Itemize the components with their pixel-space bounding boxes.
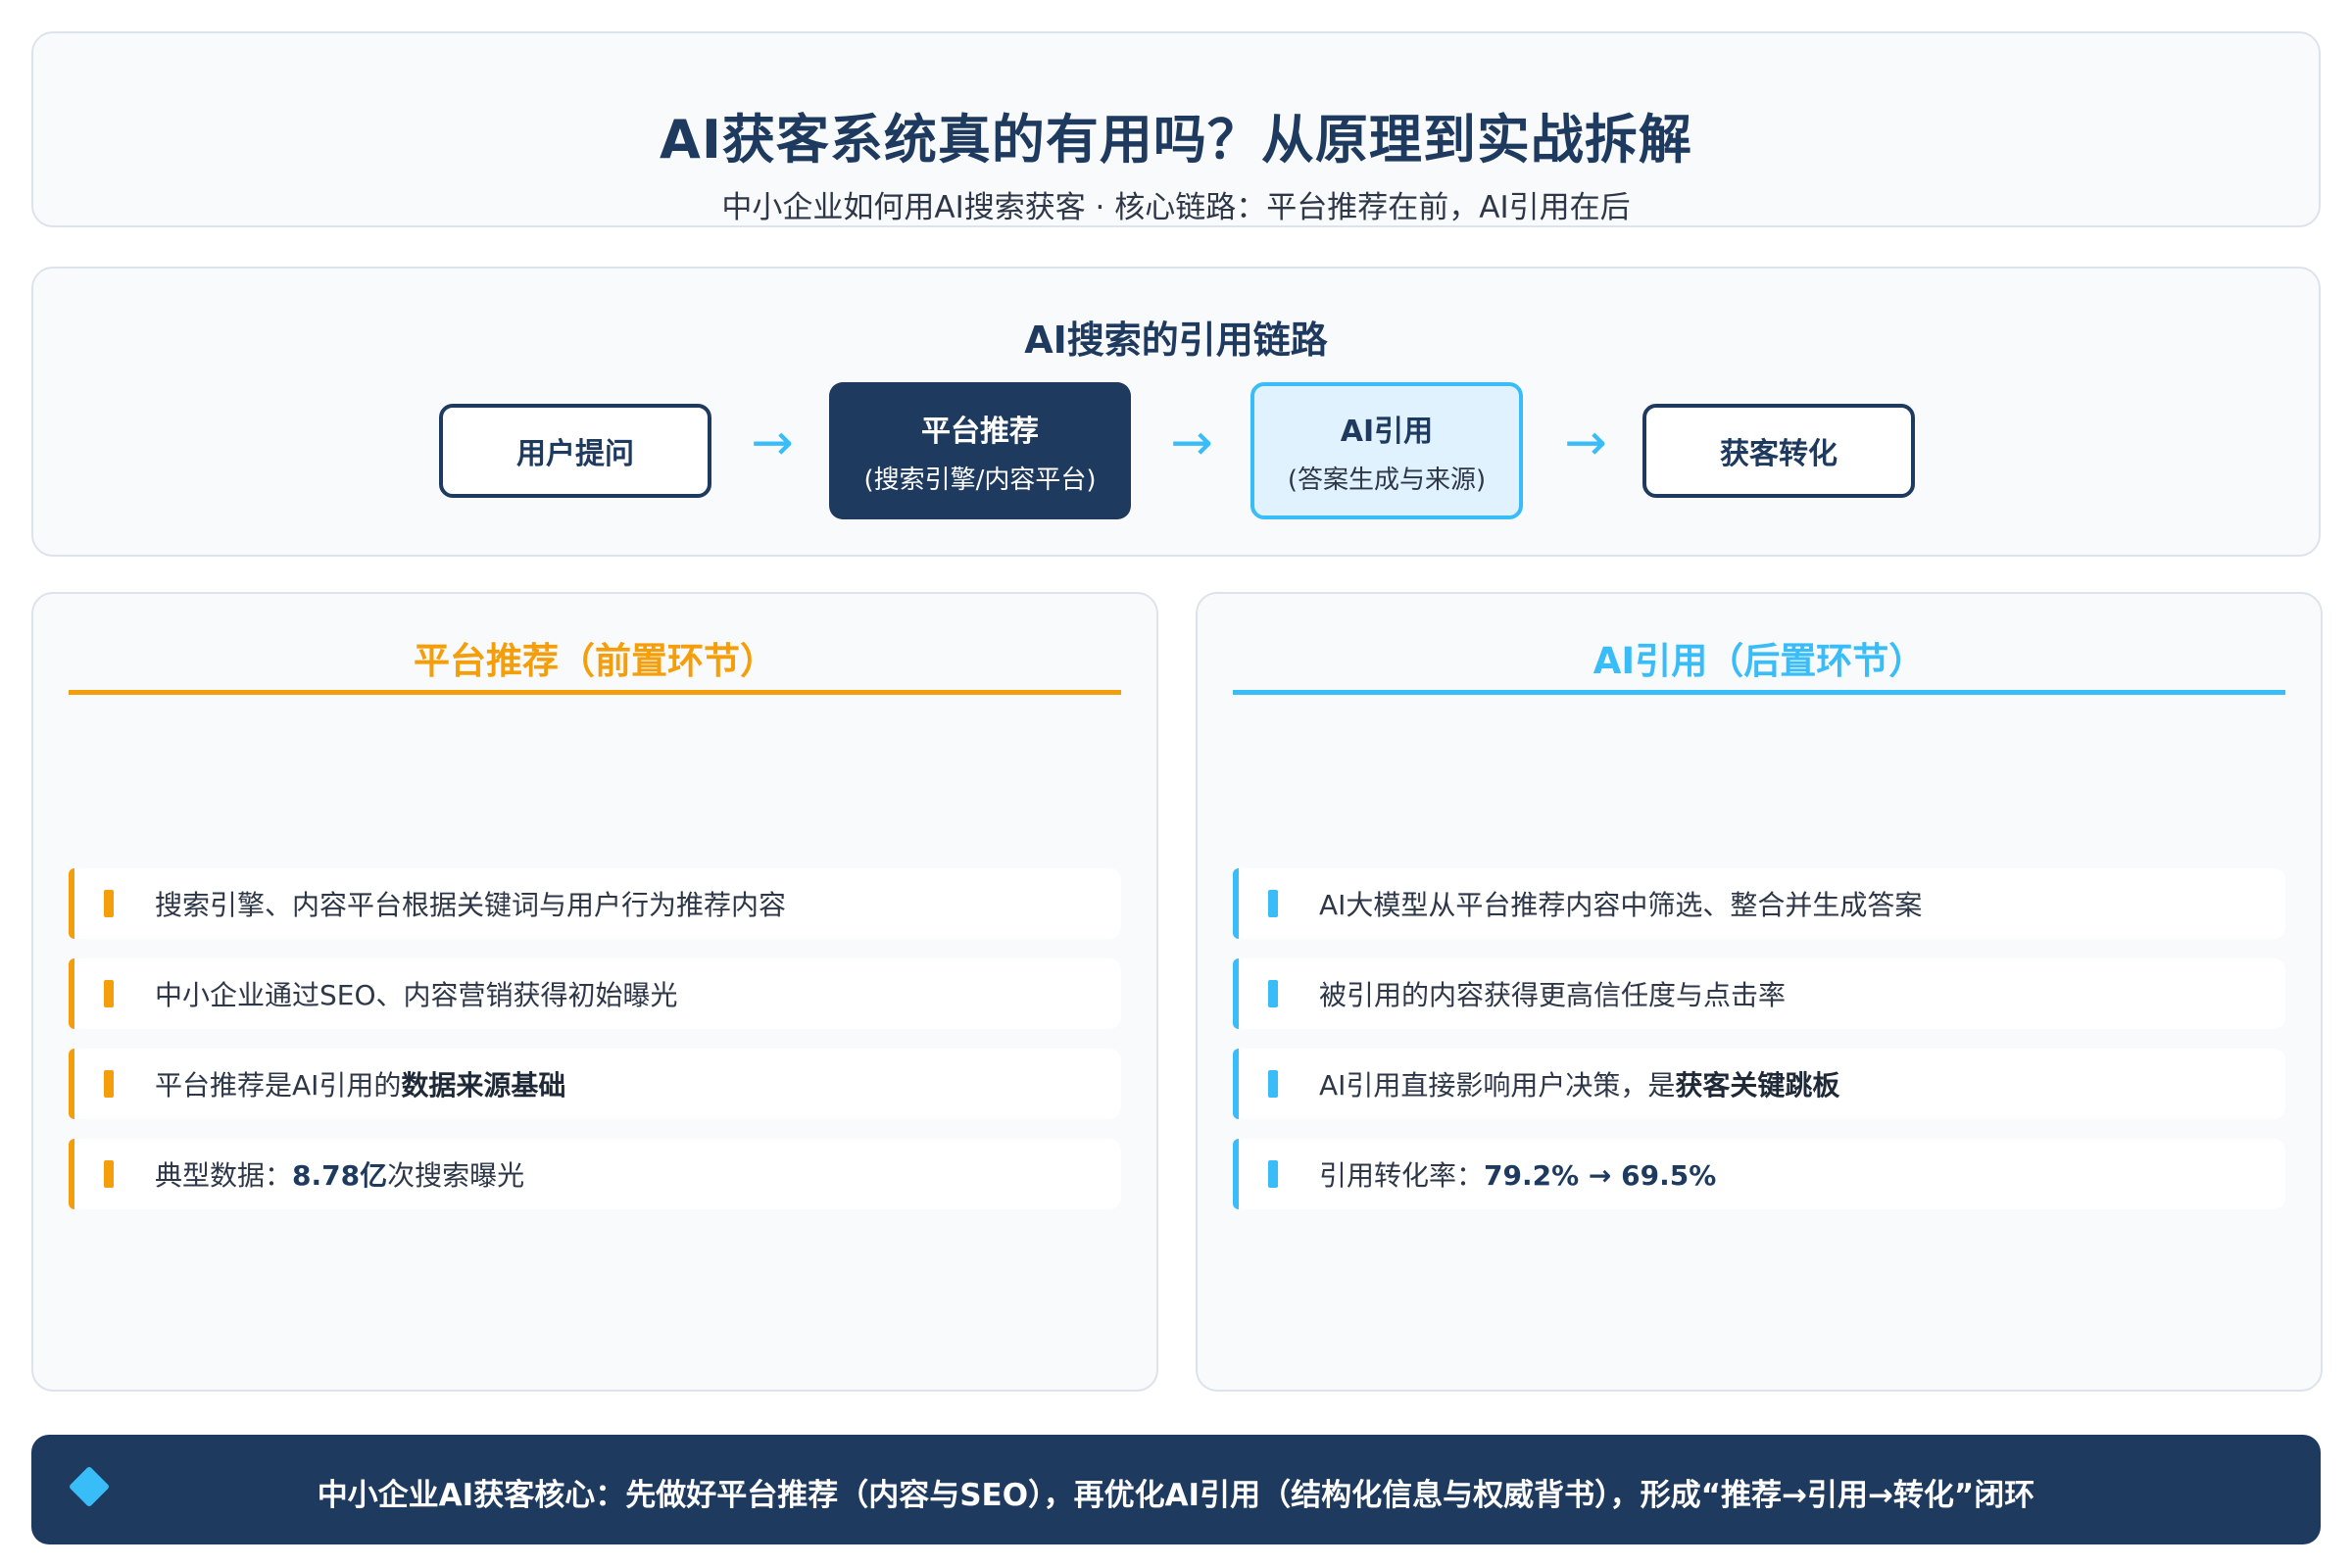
flow-node-ai-citation: AI引用 (答案生成与来源)	[1250, 382, 1523, 519]
bullet-icon	[1268, 980, 1278, 1007]
flow-title: AI搜索的引用链路	[1024, 318, 1328, 362]
list-item: 典型数据：8.78亿次搜索曝光	[69, 1139, 1121, 1209]
flow-node-label: 平台推荐	[921, 414, 1039, 449]
flow-node-label: 用户提问	[516, 437, 634, 471]
ai-citation-panel: AI引用（后置环节） AI大模型从平台推荐内容中筛选、整合并生成答案 被引用的内…	[1196, 592, 2323, 1392]
list-item: 中小企业通过SEO、内容营销获得初始曝光	[69, 958, 1121, 1029]
item-accent-bar	[69, 1139, 74, 1209]
flow-node-label: AI引用	[1340, 414, 1434, 449]
panel-item-list: 搜索引擎、内容平台根据关键词与用户行为推荐内容 中小企业通过SEO、内容营销获得…	[69, 868, 1121, 1229]
item-accent-bar	[69, 868, 74, 939]
flow-node-label: 获客转化	[1720, 437, 1838, 471]
item-text: AI大模型从平台推荐内容中筛选、整合并生成答案	[1319, 889, 1923, 921]
item-accent-bar	[1233, 958, 1239, 1029]
flow-arrow-icon: →	[1564, 414, 1607, 472]
list-item: 平台推荐是AI引用的数据来源基础	[69, 1049, 1121, 1119]
page-title: AI获客系统真的有用吗？从原理到实战拆解	[660, 109, 1692, 171]
item-accent-bar	[1233, 1139, 1239, 1209]
flow-node-sublabel: (搜索引擎/内容平台)	[863, 465, 1097, 495]
bullet-icon	[104, 980, 114, 1007]
bullet-icon	[104, 1070, 114, 1098]
item-accent-bar	[1233, 868, 1239, 939]
panel-title: AI引用（后置环节）	[1592, 640, 1926, 682]
list-item: 引用转化率：79.2% → 69.5%	[1233, 1139, 2285, 1209]
flow-node-sublabel: (答案生成与来源)	[1287, 465, 1487, 495]
bullet-icon	[104, 890, 114, 917]
list-item: AI引用直接影响用户决策，是获客关键跳板	[1233, 1049, 2285, 1119]
item-accent-bar	[69, 1049, 74, 1119]
item-text: 平台推荐是AI引用的数据来源基础	[155, 1069, 566, 1102]
panel-divider	[69, 690, 1121, 695]
flow-arrow-icon: →	[751, 414, 794, 472]
panel-item-list: AI大模型从平台推荐内容中筛选、整合并生成答案 被引用的内容获得更高信任度与点击…	[1233, 868, 2285, 1229]
list-item: 被引用的内容获得更高信任度与点击率	[1233, 958, 2285, 1029]
item-text: 典型数据：8.78亿次搜索曝光	[155, 1159, 525, 1192]
item-text: AI引用直接影响用户决策，是获客关键跳板	[1319, 1069, 1840, 1102]
item-text: 中小企业通过SEO、内容营销获得初始曝光	[155, 979, 678, 1011]
item-accent-bar	[1233, 1049, 1239, 1119]
item-accent-bar	[69, 958, 74, 1029]
platform-recommend-panel: 平台推荐（前置环节） 搜索引擎、内容平台根据关键词与用户行为推荐内容 中小企业通…	[31, 592, 1158, 1392]
bullet-icon	[104, 1160, 114, 1188]
flow-node-user-question: 用户提问	[439, 404, 711, 498]
flow-node-conversion: 获客转化	[1642, 404, 1915, 498]
title-card: AI获客系统真的有用吗？从原理到实战拆解 中小企业如何用AI搜索获客 · 核心链…	[31, 31, 2321, 227]
item-text: 引用转化率：79.2% → 69.5%	[1319, 1159, 1717, 1192]
item-text: 被引用的内容获得更高信任度与点击率	[1319, 979, 1787, 1011]
panel-divider	[1233, 690, 2285, 695]
summary-banner: 中小企业AI获客核心：先做好平台推荐（内容与SEO），再优化AI引用（结构化信息…	[31, 1435, 2321, 1544]
flow-arrow-icon: →	[1170, 414, 1213, 472]
bullet-icon	[1268, 890, 1278, 917]
bullet-icon	[1268, 1070, 1278, 1098]
list-item: 搜索引擎、内容平台根据关键词与用户行为推荐内容	[69, 868, 1121, 939]
bullet-icon	[1268, 1160, 1278, 1188]
page-subtitle: 中小企业如何用AI搜索获客 · 核心链路：平台推荐在前，AI引用在后	[721, 190, 1631, 225]
list-item: AI大模型从平台推荐内容中筛选、整合并生成答案	[1233, 868, 2285, 939]
citation-flow-card: AI搜索的引用链路	[31, 267, 2321, 557]
summary-text: 中小企业AI获客核心：先做好平台推荐（内容与SEO），再优化AI引用（结构化信息…	[317, 1478, 2035, 1513]
item-text: 搜索引擎、内容平台根据关键词与用户行为推荐内容	[155, 889, 787, 921]
panel-title: 平台推荐（前置环节）	[414, 640, 776, 682]
flow-node-platform-recommend: 平台推荐 (搜索引擎/内容平台)	[829, 382, 1131, 519]
